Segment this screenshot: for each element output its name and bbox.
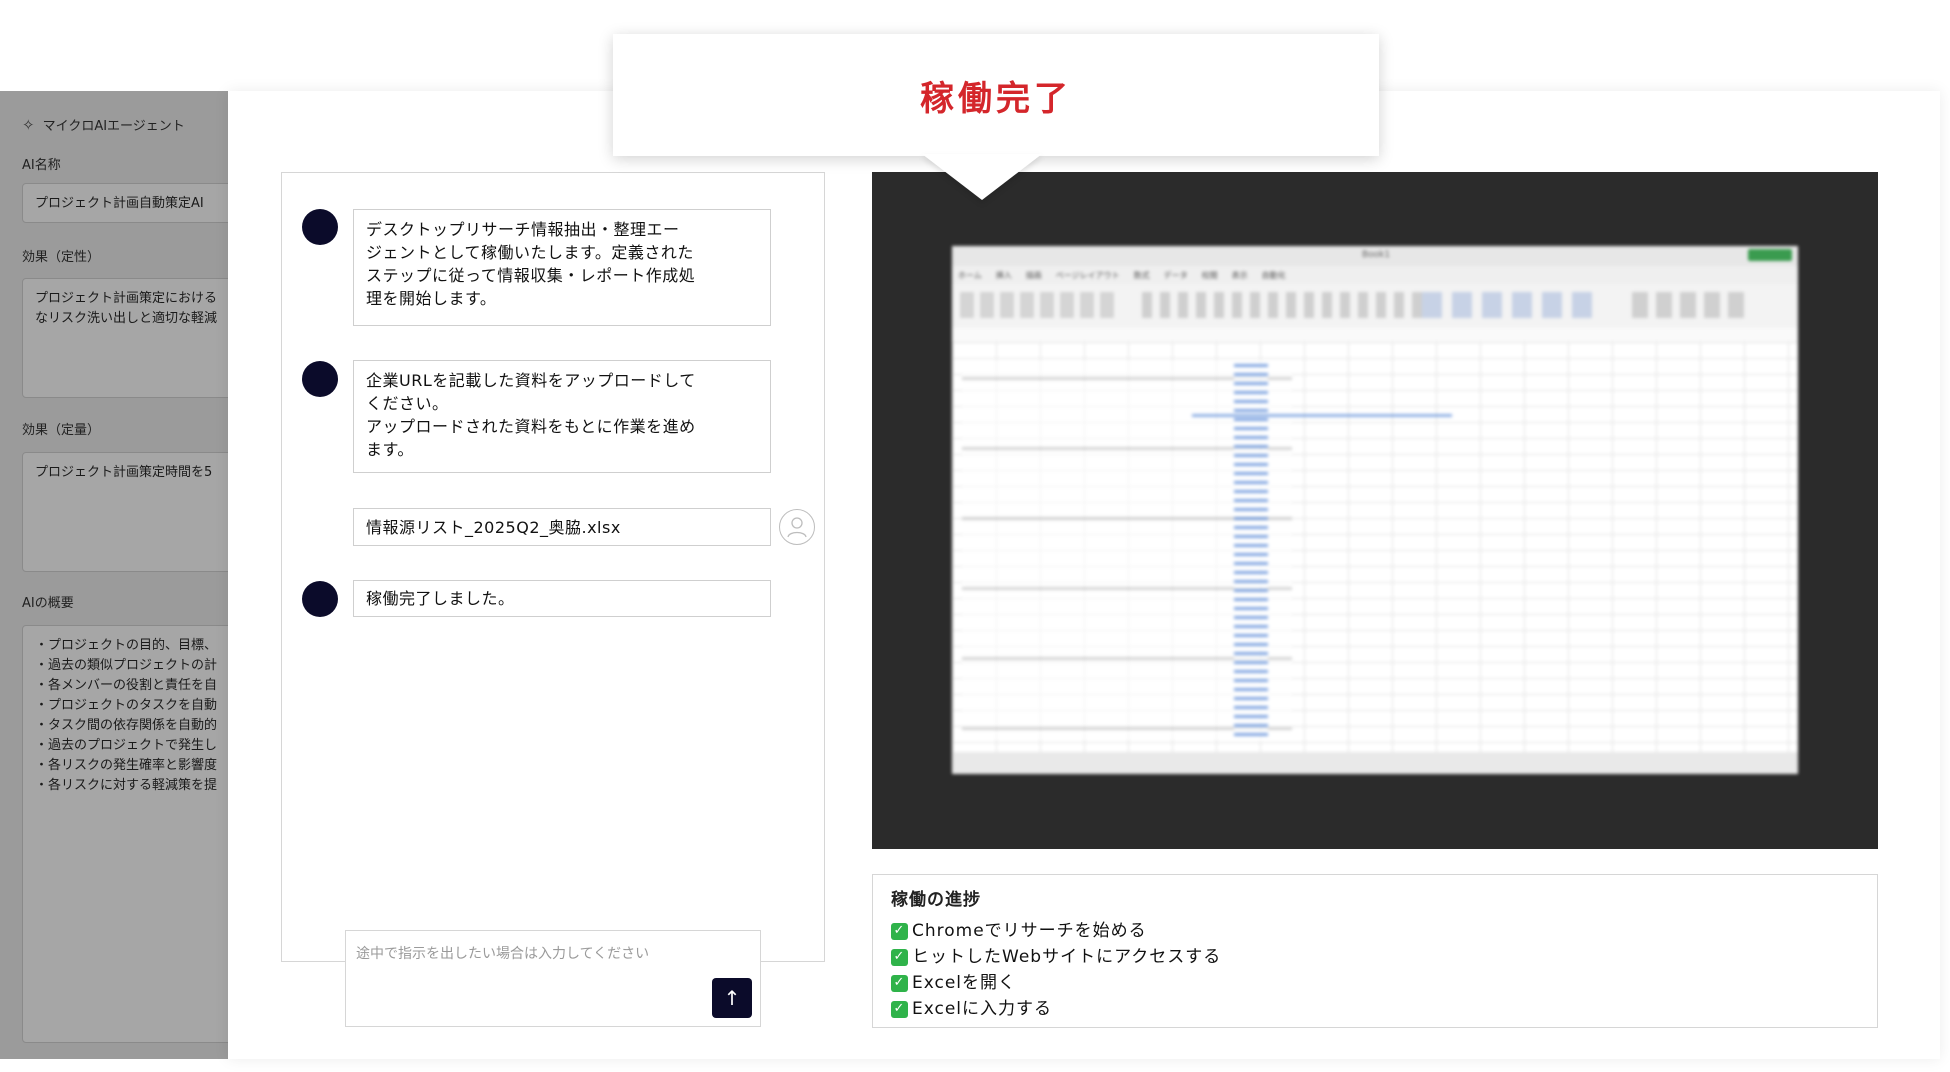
app-name: マイクロAIエージェント [42, 119, 185, 134]
excel-ribbon-tabs: ホーム 挿入 描画 ページレイアウト 数式 データ 校閲 表示 自動化 [952, 266, 1798, 284]
ribbon-tab: 数式 [1133, 270, 1150, 280]
excel-titlebar: Book1 [952, 246, 1798, 266]
progress-step-label: Excelに入力する [912, 999, 1053, 1019]
checkmark-icon: ✓ [891, 974, 908, 992]
progress-step: ✓ Excelに入力する [891, 996, 1859, 1022]
ai-name-value: プロジェクト計画自動策定AI [35, 196, 204, 211]
excel-screenshot: Book1 ホーム 挿入 描画 ページレイアウト 数式 データ 校閲 表示 自動… [952, 246, 1798, 774]
instruction-input[interactable] [346, 931, 760, 1026]
ribbon-tab: 表示 [1231, 270, 1248, 280]
message-line: 企業URLを記載した資料をアップロードして [366, 371, 696, 390]
agent-message: 稼働完了しました。 [353, 580, 771, 617]
agent-avatar [302, 361, 338, 397]
agent-message: 企業URLを記載した資料をアップロードして ください。 アップロードされた資料を… [353, 360, 771, 473]
message-line: ステップに従って情報収集・レポート作成処 [366, 266, 696, 285]
checkmark-icon: ✓ [891, 948, 908, 966]
uploaded-file-name: 情報源リスト_2025Q2_奥脇.xlsx [366, 518, 621, 537]
progress-step-label: Excelを開く [912, 973, 1017, 993]
overview-label: AIの概要 [22, 596, 74, 611]
effect-qual-line: プロジェクト計画策定における [35, 291, 218, 306]
sidebar-header: ✧ マイクロAIエージェント [22, 115, 185, 135]
excel-statusbar [952, 752, 1798, 774]
formula-bar [952, 328, 1798, 343]
message-line: アップロードされた資料をもとに作業を進め [366, 417, 696, 436]
ribbon-group [960, 292, 1120, 318]
progress-step-label: Chromeでリサーチを始める [912, 921, 1147, 941]
effect-quant-field[interactable]: プロジェクト計画策定時間を5 [22, 452, 228, 572]
agent-avatar [302, 209, 338, 245]
ribbon-tab: 自動化 [1261, 270, 1286, 280]
overview-line: ・過去の類似プロジェクトの計 [35, 658, 218, 673]
user-avatar-icon [779, 509, 815, 545]
ribbon-group [1632, 292, 1752, 318]
instruction-input-box: ↑ [345, 930, 761, 1027]
ribbon-tab: データ [1163, 270, 1188, 280]
ai-name-label: AI名称 [22, 158, 61, 173]
arrow-up-icon: ↑ [723, 986, 741, 1010]
effect-qual-label: 効果（定性） [22, 250, 101, 265]
ai-name-field[interactable]: プロジェクト計画自動策定AI [22, 183, 228, 223]
ribbon-tab: ページレイアウト [1055, 270, 1120, 280]
message-line: 理を開始します。 [366, 289, 497, 308]
ribbon-tab: 校閲 [1201, 270, 1218, 280]
message-line: 稼働完了しました。 [366, 589, 515, 608]
excel-ribbon [952, 284, 1798, 329]
overview-line: ・プロジェクトのタスクを自動 [35, 698, 218, 713]
effect-quant-line: プロジェクト計画策定時間を5 [35, 465, 213, 480]
callout-pointer [922, 154, 1042, 200]
uploaded-file[interactable]: 情報源リスト_2025Q2_奥脇.xlsx [353, 508, 771, 546]
agent-avatar [302, 581, 338, 617]
overview-line: ・タスク間の依存関係を自動的 [35, 718, 218, 733]
ribbon-tab: 挿入 [995, 270, 1012, 280]
share-button [1748, 249, 1792, 261]
progress-title: 稼働の進捗 [891, 890, 981, 910]
ribbon-tab: 描画 [1025, 270, 1042, 280]
message-line: ます。 [366, 440, 414, 459]
progress-step-label: ヒットしたWebサイトにアクセスする [912, 947, 1222, 967]
agent-message: デスクトップリサーチ情報抽出・整理エー ジェントとして稼働いたします。定義された… [353, 209, 771, 326]
effect-quant-label: 効果（定量） [22, 423, 101, 438]
overview-line: ・プロジェクトの目的、目標、 [35, 638, 218, 653]
send-button[interactable]: ↑ [712, 978, 752, 1018]
ribbon-tab: ホーム [958, 270, 982, 280]
effect-qual-line: なリスク洗い出しと適切な軽減 [35, 311, 218, 326]
checkmark-icon: ✓ [891, 922, 908, 940]
excel-grid [952, 342, 1798, 752]
overview-line: ・各メンバーの役割と責任を自 [35, 678, 218, 693]
excel-window-title: Book1 [1362, 250, 1391, 260]
progress-step: ✓ Excelを開く [891, 970, 1859, 996]
screen-preview: Book1 ホーム 挿入 描画 ページレイアウト 数式 データ 校閲 表示 自動… [872, 172, 1878, 849]
message-line: デスクトップリサーチ情報抽出・整理エー [366, 220, 680, 239]
message-line: ジェントとして稼働いたします。定義された [366, 243, 694, 262]
overview-line: ・過去のプロジェクトで発生し [35, 738, 218, 753]
overview-field[interactable]: ・プロジェクトの目的、目標、 ・過去の類似プロジェクトの計 ・各メンバーの役割と… [22, 625, 228, 1043]
overview-line: ・各リスクの発生確率と影響度 [35, 758, 218, 773]
progress-step: ✓ Chromeでリサーチを始める [891, 918, 1859, 944]
progress-step: ✓ ヒットしたWebサイトにアクセスする [891, 944, 1859, 970]
overview-line: ・各リスクに対する軽減策を提 [35, 778, 218, 793]
excel-link-cells [1192, 414, 1452, 417]
effect-qual-field[interactable]: プロジェクト計画策定における なリスク洗い出しと適切な軽減 [22, 278, 228, 398]
callout-title: 稼働完了 [920, 78, 1072, 119]
message-line: ください。 [366, 394, 449, 413]
ribbon-group [1422, 292, 1602, 318]
checkmark-icon: ✓ [891, 1000, 908, 1018]
sparkle-icon: ✧ [22, 115, 35, 134]
status-callout: 稼働完了 [613, 34, 1379, 156]
progress-panel: 稼働の進捗 ✓ Chromeでリサーチを始める ✓ ヒットしたWebサイトにアク… [872, 874, 1878, 1028]
excel-link-cells [1234, 362, 1268, 742]
sidebar: ✧ マイクロAIエージェント AI名称 プロジェクト計画自動策定AI 効果（定性… [0, 91, 228, 1059]
